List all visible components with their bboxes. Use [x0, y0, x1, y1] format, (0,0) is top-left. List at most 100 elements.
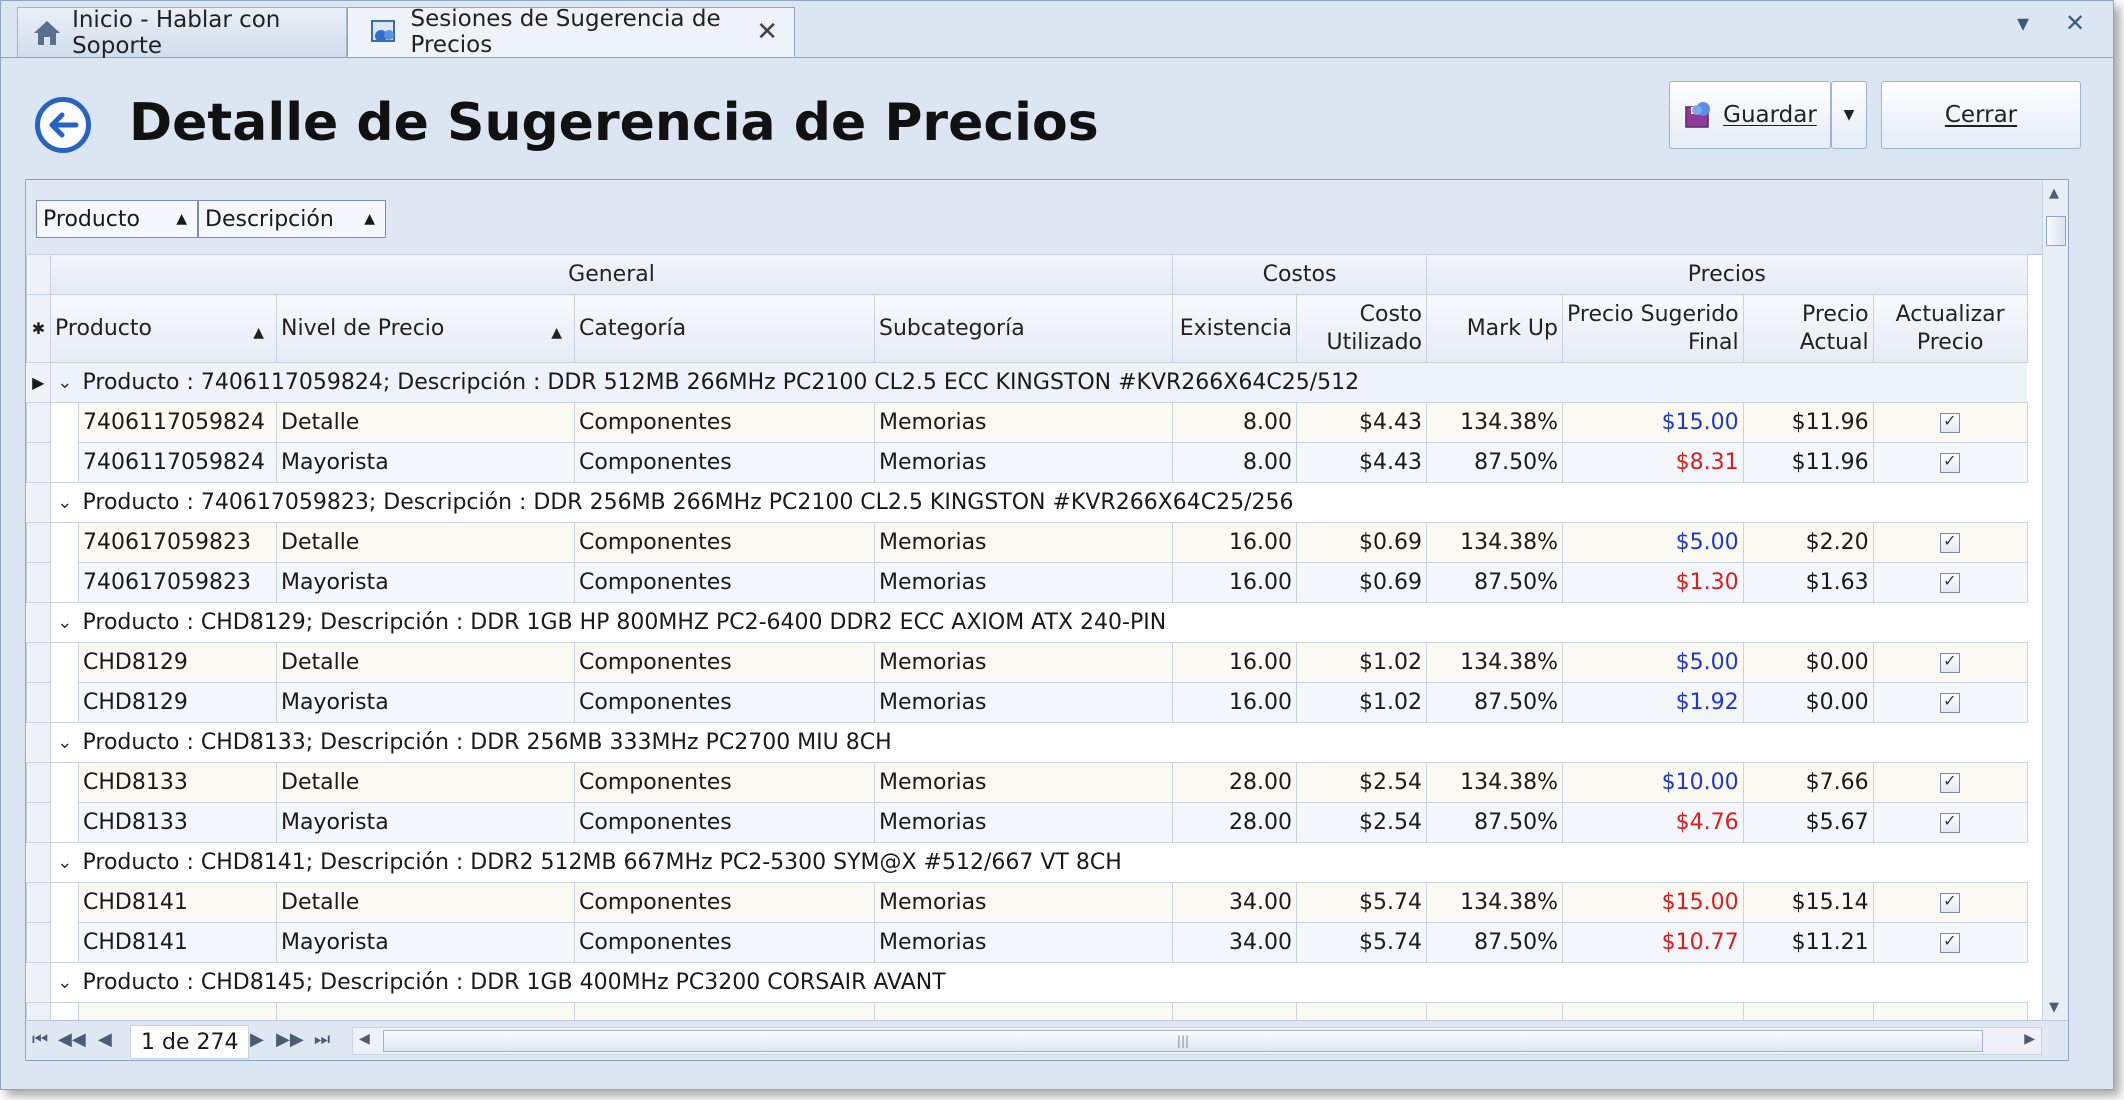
cell-categoria[interactable]: Componentes	[574, 802, 875, 843]
cell-producto[interactable]: 7406117059824	[78, 402, 277, 443]
cell-subcategoria[interactable]: Memorias	[874, 442, 1173, 483]
cell-existencia[interactable]: 28.00	[1172, 802, 1297, 843]
table-row[interactable]: CHD8129 Detalle Componentes Memorias 16.00 $1…	[26, 642, 2028, 683]
close-button[interactable]: Cerrar	[1881, 81, 2081, 149]
collapse-group-icon[interactable]: ⌄	[50, 962, 79, 1003]
update-price-checkbox[interactable]	[1940, 531, 1961, 553]
save-button[interactable]: Guardar	[1669, 81, 1831, 149]
horizontal-scroll-thumb[interactable]: |||	[383, 1030, 1983, 1052]
cell-costo-utilizado[interactable]: $5.74	[1296, 922, 1427, 963]
cell-precio-actual[interactable]: $7.66	[1742, 762, 1874, 803]
cell-precio-sugerido[interactable]: $15.00	[1562, 882, 1744, 923]
cell-existencia[interactable]: 16.00	[1172, 682, 1297, 723]
update-price-checkbox[interactable]	[1940, 451, 1961, 473]
cell-precio-actual[interactable]: $0.00	[1742, 682, 1874, 723]
cell-actualizar-precio[interactable]	[1872, 922, 2028, 963]
cell-subcategoria[interactable]: Memorias	[874, 402, 1173, 443]
cell-subcategoria[interactable]: Memorias	[874, 682, 1173, 723]
cell-precio-sugerido[interactable]: $5.00	[1562, 642, 1744, 683]
group-row[interactable]: ⌄ Producto : CHD8133; Descripción : DDR 2…	[26, 722, 2028, 763]
cell-producto[interactable]: 740617059823	[78, 562, 277, 603]
update-price-checkbox[interactable]	[1940, 771, 1961, 793]
cell-precio-actual[interactable]: $11.96	[1742, 442, 1874, 483]
table-row[interactable]: CHD8141 Mayorista Componentes Memorias 34.00…	[26, 922, 2028, 963]
cell-categoria[interactable]: Componentes	[574, 402, 875, 443]
save-options-dropdown[interactable]: ▼	[1831, 81, 1867, 149]
cell-subcategoria[interactable]: Memorias	[874, 562, 1173, 603]
cell-costo-utilizado[interactable]: $0.69	[1296, 562, 1427, 603]
cell-precio-actual[interactable]: $15.14	[1742, 882, 1874, 923]
cell-actualizar-precio[interactable]	[1872, 682, 2028, 723]
cell-markup[interactable]: 87.50%	[1426, 802, 1563, 843]
update-price-checkbox[interactable]	[1940, 571, 1961, 593]
cell-precio-actual[interactable]: $0.00	[1742, 642, 1874, 683]
cell-markup[interactable]: 87.50%	[1426, 922, 1563, 963]
column-header-existencia[interactable]: Existencia	[1172, 294, 1297, 363]
vertical-scroll-thumb[interactable]	[2046, 216, 2066, 246]
group-row[interactable]: ⌄ Producto : CHD8145; Descripción : DDR 1…	[26, 962, 2028, 1003]
cell-existencia[interactable]: 16.00	[1172, 562, 1297, 603]
cell-markup[interactable]: 134.38%	[1426, 642, 1563, 683]
scroll-left-icon[interactable]: ◀	[359, 1031, 370, 1047]
collapse-group-icon[interactable]: ⌄	[50, 842, 79, 883]
cell-markup[interactable]: 87.50%	[1426, 562, 1563, 603]
cell-precio-actual[interactable]: $2.20	[1742, 522, 1874, 563]
back-button[interactable]	[35, 97, 91, 153]
cell-precio-sugerido[interactable]: $15.00	[1562, 402, 1744, 443]
cell-nivel-precio[interactable]: Mayorista	[276, 802, 575, 843]
cell-categoria[interactable]: Componentes	[574, 642, 875, 683]
cell-precio-sugerido[interactable]: $10.00	[1562, 762, 1744, 803]
cell-existencia[interactable]: 8.00	[1172, 402, 1297, 443]
cell-nivel-precio[interactable]: Mayorista	[276, 562, 575, 603]
update-price-checkbox[interactable]	[1940, 651, 1961, 673]
cell-costo-utilizado[interactable]: $4.43	[1296, 442, 1427, 483]
cell-existencia[interactable]: 34.00	[1172, 882, 1297, 923]
tab-list-dropdown-icon[interactable]: ▾	[2017, 9, 2029, 37]
group-chip-descripcion[interactable]: Descripción ▲	[198, 200, 386, 238]
cell-subcategoria[interactable]: Memorias	[874, 762, 1173, 803]
cell-actualizar-precio[interactable]	[1872, 442, 2028, 483]
scroll-down-icon[interactable]: ▼	[2049, 1000, 2059, 1015]
cell-actualizar-precio[interactable]	[1872, 522, 2028, 563]
cell-nivel-precio[interactable]: Mayorista	[276, 922, 575, 963]
column-header-actualizar-precio[interactable]: Actualizar Precio	[1872, 294, 2028, 363]
cell-precio-sugerido[interactable]: $8.31	[1562, 442, 1744, 483]
cell-subcategoria[interactable]: Memorias	[874, 802, 1173, 843]
cell-markup[interactable]: 134.38%	[1426, 882, 1563, 923]
collapse-group-icon[interactable]: ⌄	[50, 482, 79, 523]
table-row[interactable]: CHD8141 Detalle Componentes Memorias 34.00 $5…	[26, 882, 2028, 923]
collapse-group-icon[interactable]: ⌄	[50, 722, 79, 763]
group-row[interactable]: ⌄ Producto : CHD8129; Descripción : DDR 1…	[26, 602, 2028, 643]
cell-subcategoria[interactable]: Memorias	[874, 522, 1173, 563]
cell-precio-sugerido[interactable]: $10.77	[1562, 922, 1744, 963]
previous-page-icon[interactable]: ◀	[98, 1029, 112, 1050]
cell-precio-actual[interactable]: $11.21	[1742, 922, 1874, 963]
cell-producto[interactable]: CHD8129	[78, 682, 277, 723]
cell-nivel-precio[interactable]: Detalle	[276, 522, 575, 563]
cell-actualizar-precio[interactable]	[1872, 562, 2028, 603]
cell-categoria[interactable]: Componentes	[574, 682, 875, 723]
cell-precio-sugerido[interactable]: $4.76	[1562, 802, 1744, 843]
cell-nivel-precio[interactable]: Mayorista	[276, 442, 575, 483]
cell-subcategoria[interactable]: Memorias	[874, 882, 1173, 923]
first-page-icon[interactable]: ⏮	[32, 1029, 48, 1050]
column-header-categoria[interactable]: Categoría	[574, 294, 875, 363]
cell-precio-actual[interactable]: $1.63	[1742, 562, 1874, 603]
cell-actualizar-precio[interactable]	[1872, 802, 2028, 843]
cell-actualizar-precio[interactable]	[1872, 402, 2028, 443]
cell-nivel-precio[interactable]: Detalle	[276, 642, 575, 683]
cell-existencia[interactable]: 8.00	[1172, 442, 1297, 483]
cell-subcategoria[interactable]: Memorias	[874, 922, 1173, 963]
cell-producto[interactable]: 7406117059824	[78, 442, 277, 483]
next-page-icon[interactable]: ▶	[250, 1029, 264, 1050]
column-header-precio-sugerido[interactable]: Precio Sugerido Final	[1562, 294, 1744, 363]
cell-existencia[interactable]: 16.00	[1172, 522, 1297, 563]
group-chip-producto[interactable]: Producto ▲	[36, 200, 198, 238]
new-row-icon[interactable]: ✱	[26, 294, 51, 363]
cell-markup[interactable]: 87.50%	[1426, 442, 1563, 483]
column-header-subcategoria[interactable]: Subcategoría	[874, 294, 1173, 363]
cell-costo-utilizado[interactable]: $0.69	[1296, 522, 1427, 563]
cell-producto[interactable]: CHD8141	[78, 922, 277, 963]
cell-costo-utilizado[interactable]: $1.02	[1296, 682, 1427, 723]
tab-price-sessions[interactable]: Sesiones de Sugerencia de Precios ✕	[347, 6, 795, 58]
